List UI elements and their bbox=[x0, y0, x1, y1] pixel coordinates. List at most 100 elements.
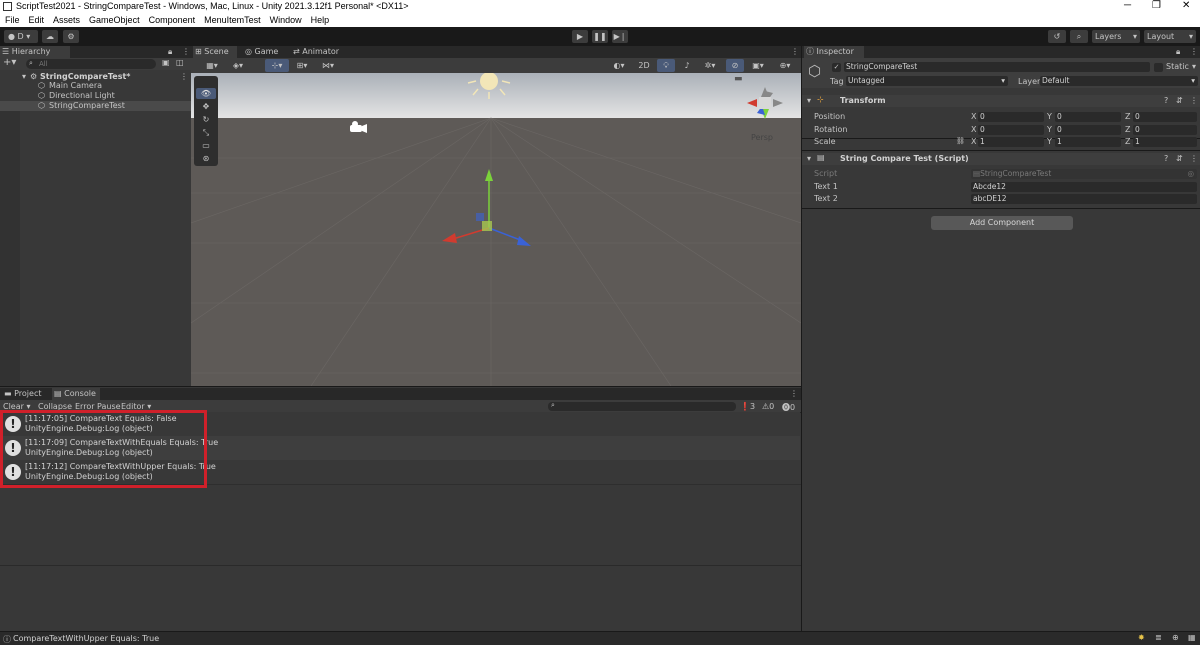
position-z-field[interactable]: 0 bbox=[1133, 112, 1197, 122]
console-search-input[interactable]: ⌕ bbox=[548, 401, 736, 411]
expand-arrow-icon[interactable]: ▾ bbox=[22, 72, 26, 81]
maximize-icon[interactable]: ❐ bbox=[1152, 0, 1161, 11]
rect-tool-icon[interactable]: ▭ bbox=[196, 140, 216, 151]
tab-inspector[interactable]: ⓘ Inspector bbox=[804, 46, 864, 58]
position-y-field[interactable]: 0 bbox=[1055, 112, 1121, 122]
preset-icon[interactable]: ⇵ bbox=[1176, 154, 1183, 163]
menu-file[interactable]: File bbox=[5, 13, 20, 27]
more-icon[interactable]: ⋮ bbox=[790, 389, 798, 398]
info-count[interactable]: ❗3 bbox=[740, 402, 755, 411]
layers-dropdown[interactable]: Layers ▾ bbox=[1092, 30, 1140, 43]
rotate-tool-icon[interactable]: ↻ bbox=[196, 114, 216, 125]
view-tool-icon[interactable]: 👁︎ bbox=[196, 88, 216, 99]
draw-mode-icon[interactable]: ▦▾ bbox=[201, 59, 223, 72]
cloud-icon[interactable]: ☁ bbox=[42, 30, 58, 43]
collab-icon[interactable]: ⚙ bbox=[63, 30, 79, 43]
tab-scene[interactable]: ⊞ Scene bbox=[193, 46, 237, 58]
layer-dropdown[interactable]: Default ▾ bbox=[1040, 76, 1198, 86]
menu-gameobject[interactable]: GameObject bbox=[89, 13, 140, 27]
rotation-y-field[interactable]: 0 bbox=[1055, 125, 1121, 135]
tab-project[interactable]: ▬ Project bbox=[2, 388, 48, 400]
scale-z-field[interactable]: 1 bbox=[1133, 137, 1197, 147]
history-icon[interactable]: ↺ bbox=[1048, 30, 1066, 43]
preset-icon[interactable]: ⇵ bbox=[1176, 96, 1183, 105]
more-icon[interactable]: ⋮ bbox=[182, 47, 190, 56]
link-icon[interactable]: ⛓︎ bbox=[956, 137, 965, 145]
static-checkbox[interactable] bbox=[1154, 63, 1163, 72]
chevron-down-icon[interactable]: ▾ bbox=[1192, 62, 1196, 71]
transform-tool-icon[interactable]: ⊛ bbox=[196, 153, 216, 164]
tag-dropdown[interactable]: Untagged ▾ bbox=[846, 76, 1008, 86]
stack-icon[interactable]: ≣ bbox=[1155, 633, 1162, 642]
object-name-field[interactable]: StringCompareTest bbox=[844, 62, 1150, 72]
search-icon[interactable]: ⌕ bbox=[1070, 30, 1088, 43]
warning-count[interactable]: ⚠0 bbox=[762, 402, 774, 411]
more-icon[interactable]: ⋮ bbox=[1190, 154, 1198, 163]
grid-snap-icon[interactable]: ⊞▾ bbox=[291, 59, 313, 72]
add-icon[interactable]: +▾ bbox=[3, 57, 16, 68]
help-icon[interactable]: ? bbox=[1164, 96, 1168, 105]
transform-header[interactable]: ▾ ⊹ Transform ? ⇵ ⋮ bbox=[802, 95, 1200, 107]
position-x-field[interactable]: 0 bbox=[978, 112, 1044, 122]
hierarchy-search-input[interactable]: ⌕ All bbox=[26, 59, 156, 69]
account-button[interactable]: ● D ▾ bbox=[4, 30, 38, 43]
debug-icon[interactable]: ▦ bbox=[1188, 633, 1196, 642]
help-icon[interactable]: ? bbox=[1164, 154, 1168, 163]
hidden-objects-icon[interactable]: ⊘ bbox=[726, 59, 744, 72]
play-button[interactable]: ▶ bbox=[572, 30, 588, 43]
increment-snap-icon[interactable]: ⋈▾ bbox=[316, 59, 340, 72]
hierarchy-item-directional-light[interactable]: ⬡ Directional Light bbox=[0, 91, 191, 101]
text1-field[interactable]: Abcde12 bbox=[971, 182, 1197, 192]
hierarchy-item-main-camera[interactable]: ⬡ Main Camera bbox=[0, 81, 191, 91]
scale-y-field[interactable]: 1 bbox=[1055, 137, 1121, 147]
network-icon[interactable]: ⊕ bbox=[1172, 633, 1179, 642]
menu-window[interactable]: Window bbox=[270, 13, 302, 27]
rotation-x-field[interactable]: 0 bbox=[978, 125, 1044, 135]
toggle-2d-button[interactable]: 2D bbox=[634, 59, 654, 72]
lighting-bulb-icon[interactable]: ✸ bbox=[1138, 633, 1145, 642]
scene-canvas[interactable]: Persp ▬ bbox=[191, 73, 801, 386]
more-icon[interactable]: ⋮ bbox=[180, 72, 188, 81]
camera-settings-icon[interactable]: ▣▾ bbox=[747, 59, 769, 72]
menu-assets[interactable]: Assets bbox=[53, 13, 80, 27]
more-icon[interactable]: ⋮ bbox=[791, 47, 799, 56]
filter-icon[interactable]: ▣ bbox=[162, 58, 170, 67]
step-button[interactable]: ▶❘ bbox=[612, 30, 628, 43]
layout-dropdown[interactable]: Layout ▾ bbox=[1144, 30, 1196, 43]
lock-icon[interactable]: 🔒︎ bbox=[168, 47, 172, 57]
pivot-icon[interactable]: ⊹▾ bbox=[265, 59, 289, 72]
move-tool-icon[interactable]: ✥ bbox=[196, 101, 216, 112]
minimize-icon[interactable]: ─ bbox=[1124, 0, 1131, 11]
rotation-z-field[interactable]: 0 bbox=[1133, 125, 1197, 135]
persp-label: Persp bbox=[751, 133, 773, 142]
gizmos-icon[interactable]: ⊕▾ bbox=[773, 59, 797, 72]
tab-animator[interactable]: ⇄ Animator bbox=[291, 46, 341, 58]
render-mode-icon[interactable]: ◐▾ bbox=[608, 59, 630, 72]
lighting-icon[interactable]: 💡︎ bbox=[657, 59, 675, 72]
more-icon[interactable]: ⋮ bbox=[1190, 96, 1198, 105]
active-checkbox[interactable]: ✓ bbox=[832, 63, 841, 72]
more-icon[interactable]: ⋮ bbox=[1190, 47, 1198, 56]
status-message[interactable]: CompareTextWithUpper Equals: True bbox=[13, 634, 159, 643]
lock-icon[interactable]: 🔒︎ bbox=[1176, 47, 1180, 57]
add-component-button[interactable]: Add Component bbox=[931, 216, 1073, 230]
visibility-icon[interactable]: ◫ bbox=[176, 58, 184, 67]
close-icon[interactable]: ✕ bbox=[1182, 0, 1190, 11]
scene-viewport[interactable]: Persp ▬ 👁︎ ✥ ↻ ⤡ ▭ ⊛ bbox=[191, 73, 801, 386]
status-bar: ⓘ CompareTextWithUpper Equals: True ✸ ≣ … bbox=[0, 631, 1200, 645]
audio-icon[interactable]: ♪ bbox=[678, 59, 696, 72]
scale-tool-icon[interactable]: ⤡ bbox=[196, 127, 216, 138]
text2-field[interactable]: abcDE12 bbox=[971, 194, 1197, 204]
menu-menuitemtest[interactable]: MenuItemTest bbox=[204, 13, 261, 27]
menu-component[interactable]: Component bbox=[149, 13, 196, 27]
menu-help[interactable]: Help bbox=[311, 13, 330, 27]
menu-edit[interactable]: Edit bbox=[29, 13, 45, 27]
effects-icon[interactable]: ✲▾ bbox=[699, 59, 721, 72]
script-component-header[interactable]: ▾ ▤ String Compare Test (Script) ? ⇵ ⋮ bbox=[802, 153, 1200, 165]
tab-game[interactable]: ◎ Game bbox=[243, 46, 283, 58]
hierarchy-item-stringcomparetest[interactable]: ⬡ StringCompareTest bbox=[0, 101, 191, 111]
cube-mode-icon[interactable]: ◈▾ bbox=[227, 59, 249, 72]
scale-x-field[interactable]: 1 bbox=[978, 137, 1044, 147]
tab-console[interactable]: ▤ Console bbox=[52, 388, 100, 400]
pause-button[interactable]: ❚❚ bbox=[592, 30, 608, 43]
